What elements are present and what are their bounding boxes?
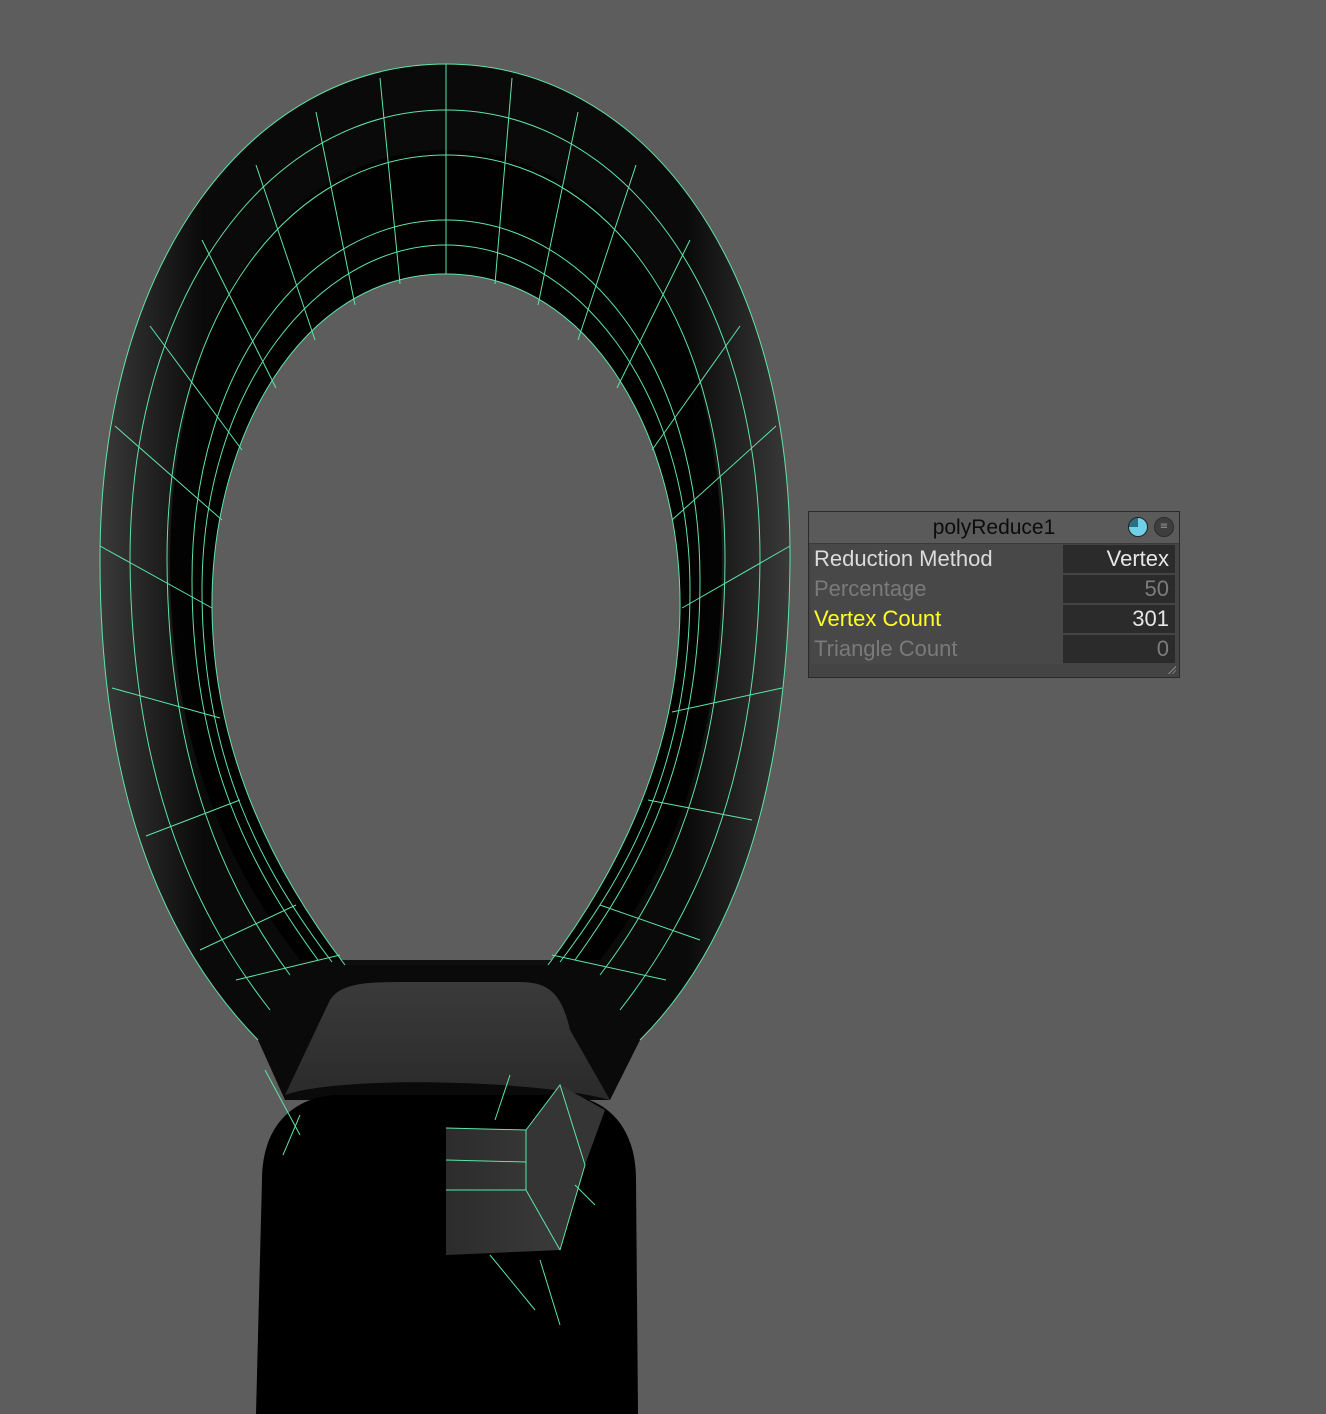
triangle-count-value[interactable]: 0 [1063, 635, 1175, 663]
resize-grip-icon[interactable] [1167, 665, 1176, 674]
hud-row-percentage[interactable]: Percentage 50 [811, 574, 1177, 604]
percentage-value[interactable]: 50 [1063, 575, 1175, 603]
hud-row-triangle-count[interactable]: Triangle Count 0 [811, 634, 1177, 664]
hud-header: polyReduce1 ≡ [809, 512, 1179, 544]
pie-chart-icon[interactable] [1128, 517, 1148, 537]
percentage-label: Percentage [811, 574, 1063, 604]
reduction-method-value[interactable]: Vertex [1063, 545, 1175, 573]
hud-row-vertex-count[interactable]: Vertex Count 301 [811, 604, 1177, 634]
hud-row-reduction-method[interactable]: Reduction Method Vertex [811, 544, 1177, 574]
3d-viewport[interactable] [0, 0, 1326, 1414]
viewport-canvas[interactable] [0, 0, 1326, 1414]
triangle-count-label: Triangle Count [811, 634, 1063, 664]
menu-icon[interactable]: ≡ [1154, 517, 1174, 537]
hud-title: polyReduce1 [932, 516, 1056, 539]
vertex-count-label: Vertex Count [811, 604, 1063, 634]
vertex-count-value[interactable]: 301 [1063, 605, 1175, 633]
reduction-method-label: Reduction Method [811, 544, 1063, 574]
loop-mesh[interactable] [100, 64, 791, 1100]
polyreduce-hud[interactable]: polyReduce1 ≡ Reduction Method Vertex Pe… [808, 511, 1180, 678]
